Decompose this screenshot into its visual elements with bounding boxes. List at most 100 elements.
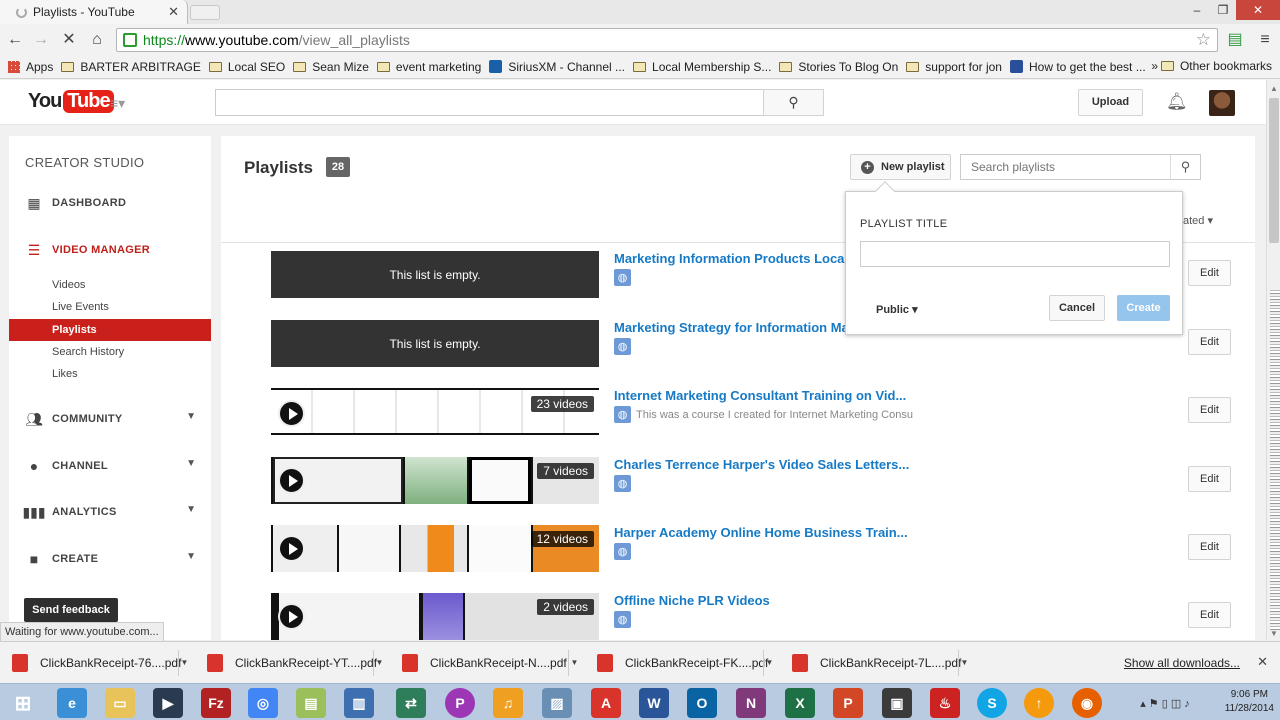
close-window-button[interactable]: ✕ bbox=[1236, 0, 1280, 20]
nav-create[interactable]: ■ CREATE ▼ bbox=[9, 547, 211, 571]
chevron-down-icon[interactable]: ▼ bbox=[568, 650, 580, 676]
browser-tab[interactable]: Playlists - YouTube ✕ bbox=[0, 0, 188, 24]
playlist-thumbnail[interactable]: 7 videos bbox=[271, 457, 599, 504]
other-bookmarks[interactable]: Other bookmarks bbox=[1160, 59, 1272, 73]
extension-icon[interactable]: ▤ bbox=[1224, 29, 1246, 51]
new-tab-button[interactable] bbox=[190, 5, 220, 20]
nav-video-manager[interactable]: ☰ VIDEO MANAGER bbox=[9, 238, 211, 262]
edit-button[interactable]: Edit bbox=[1188, 602, 1231, 628]
download-item[interactable]: ClickBankReceipt-FK....pdf ▼ bbox=[589, 650, 775, 676]
camtasia-icon[interactable]: ▣ bbox=[882, 688, 912, 718]
youtube-logo[interactable]: You Tube bbox=[28, 90, 114, 113]
creator-studio-title[interactable]: CREATOR STUDIO bbox=[25, 155, 144, 170]
playlist-title-link[interactable]: Internet Marketing Consultant Training o… bbox=[614, 388, 906, 403]
nav-dashboard[interactable]: ▦ DASHBOARD bbox=[9, 191, 211, 215]
forward-icon[interactable]: → bbox=[30, 29, 52, 51]
close-icon[interactable]: ✕ bbox=[1257, 654, 1268, 670]
word-icon[interactable]: W bbox=[639, 688, 669, 718]
bookmark-item[interactable]: Stories To Blog On bbox=[779, 60, 898, 74]
search-button[interactable]: ⚲ bbox=[763, 89, 824, 116]
headphones-icon[interactable]: ♫ bbox=[493, 688, 523, 718]
scrollbar-thumb[interactable] bbox=[1269, 98, 1279, 243]
firefox-icon[interactable]: ◉ bbox=[1072, 688, 1102, 718]
create-button[interactable]: Create bbox=[1117, 295, 1170, 321]
scroll-down-icon[interactable]: ▼ bbox=[1270, 629, 1278, 638]
back-icon[interactable]: ← bbox=[4, 29, 26, 51]
filezilla-icon[interactable]: Fz bbox=[201, 688, 231, 718]
playlist-title-link[interactable]: Marketing Information Products Locally bbox=[614, 251, 859, 266]
chrome-icon[interactable]: ◎ bbox=[248, 688, 278, 718]
download-item[interactable]: ClickBankReceipt-76....pdf ▼ bbox=[4, 650, 190, 676]
download-item[interactable]: ClickBankReceipt-N....pdf ▼ bbox=[394, 650, 580, 676]
flame-icon[interactable]: ♨ bbox=[930, 688, 960, 718]
new-playlist-button[interactable]: + New playlist bbox=[850, 154, 951, 180]
search-playlists-input[interactable] bbox=[961, 155, 1161, 179]
search-input[interactable] bbox=[215, 89, 765, 116]
notes-icon[interactable]: ▤ bbox=[296, 688, 326, 718]
skype-icon[interactable]: S bbox=[977, 688, 1007, 718]
playlist-title-link[interactable]: Harper Academy Online Home Business Trai… bbox=[614, 525, 908, 540]
cancel-button[interactable]: Cancel bbox=[1049, 295, 1105, 321]
bookmark-item[interactable]: Sean Mize bbox=[293, 60, 369, 74]
bookmark-item[interactable]: SiriusXM - Channel ... bbox=[489, 60, 625, 74]
onenote-icon[interactable]: N bbox=[736, 688, 766, 718]
search-icon[interactable]: ⚲ bbox=[1170, 155, 1200, 179]
bookmark-item[interactable]: Local Membership S... bbox=[633, 60, 771, 74]
edit-button[interactable]: Edit bbox=[1188, 329, 1231, 355]
edit-button[interactable]: Edit bbox=[1188, 260, 1231, 286]
menu-icon[interactable]: ≡ bbox=[1254, 29, 1276, 51]
bookmark-item[interactable]: BARTER ARBITRAGE bbox=[61, 60, 201, 74]
sort-dropdown[interactable]: ated ▾ bbox=[1183, 214, 1213, 227]
download-item[interactable]: ClickBankReceipt-7L....pdf ▼ bbox=[784, 650, 970, 676]
edit-button[interactable]: Edit bbox=[1188, 397, 1231, 423]
restore-button[interactable]: ❐ bbox=[1210, 0, 1236, 20]
address-bar[interactable]: https:// www.youtube.com /view_all_playl… bbox=[116, 28, 1218, 52]
search-playlists-field[interactable]: ⚲ bbox=[960, 154, 1201, 180]
playlist-thumbnail[interactable]: 2 videos bbox=[271, 593, 599, 640]
sidebar-item-search-history[interactable]: Search History bbox=[9, 341, 211, 363]
publisher-p-icon[interactable]: P bbox=[445, 688, 475, 718]
playlist-title-link[interactable]: Offline Niche PLR Videos bbox=[614, 593, 770, 608]
excel-icon[interactable]: X bbox=[785, 688, 815, 718]
minimize-button[interactable]: – bbox=[1184, 0, 1210, 20]
sidebar-item-likes[interactable]: Likes bbox=[9, 363, 211, 385]
playlist-thumbnail[interactable]: This list is empty. bbox=[271, 320, 599, 367]
upload-button[interactable]: Upload bbox=[1078, 89, 1143, 116]
scroll-up-icon[interactable]: ▲ bbox=[1270, 84, 1278, 93]
image-viewer-icon[interactable]: ▨ bbox=[542, 688, 572, 718]
notifications-bell-icon[interactable]: 🔔︎ bbox=[1166, 92, 1188, 112]
upload-arrow-icon[interactable]: ↑ bbox=[1024, 688, 1054, 718]
nav-analytics[interactable]: ▮▮▮ ANALYTICS ▼ bbox=[9, 500, 211, 524]
playlist-title-link[interactable]: Charles Terrence Harper's Video Sales Le… bbox=[614, 457, 909, 472]
chevron-down-icon[interactable]: ▼ bbox=[178, 650, 190, 676]
bookmark-apps[interactable]: Apps bbox=[8, 60, 53, 74]
edit-button[interactable]: Edit bbox=[1188, 466, 1231, 492]
windows-start-icon[interactable]: ⊞ bbox=[8, 688, 38, 718]
bookmark-star-icon[interactable]: ☆ bbox=[1196, 30, 1211, 50]
bookmark-item[interactable]: Local SEO bbox=[208, 60, 285, 74]
nav-channel[interactable]: ● CHANNEL ▼ bbox=[9, 454, 211, 478]
file-explorer-icon[interactable]: ▭ bbox=[105, 688, 135, 718]
bookmark-item[interactable]: support for jon bbox=[906, 60, 1002, 74]
playlist-thumbnail[interactable]: 12 videos bbox=[271, 525, 599, 572]
download-item[interactable]: ClickBankReceipt-YT....pdf ▼ bbox=[199, 650, 385, 676]
powerpoint-icon[interactable]: P bbox=[833, 688, 863, 718]
home-icon[interactable]: ⌂ bbox=[86, 29, 108, 51]
sidebar-item-videos[interactable]: Videos bbox=[9, 274, 211, 296]
internet-explorer-icon[interactable]: e bbox=[57, 688, 87, 718]
outlook-icon[interactable]: O bbox=[687, 688, 717, 718]
guide-menu-icon[interactable]: ≡▾ bbox=[110, 95, 125, 112]
sidebar-item-live-events[interactable]: Live Events bbox=[9, 296, 211, 318]
chevron-down-icon[interactable]: ▼ bbox=[373, 650, 385, 676]
nav-community[interactable]: 👥︎ COMMUNITY ▼ bbox=[9, 407, 211, 431]
playlist-thumbnail[interactable]: 23 videos bbox=[271, 388, 599, 435]
acrobat-icon[interactable]: A bbox=[591, 688, 621, 718]
edit-button[interactable]: Edit bbox=[1188, 534, 1231, 560]
network-icon[interactable]: ⇄ bbox=[396, 688, 426, 718]
stop-icon[interactable]: ✕ bbox=[58, 29, 80, 51]
playlist-title-input[interactable] bbox=[860, 241, 1170, 267]
bookmark-item[interactable]: event marketing bbox=[376, 60, 481, 74]
close-tab-icon[interactable]: ✕ bbox=[168, 4, 179, 20]
avatar[interactable] bbox=[1209, 90, 1235, 116]
send-feedback-button[interactable]: Send feedback bbox=[24, 598, 118, 622]
